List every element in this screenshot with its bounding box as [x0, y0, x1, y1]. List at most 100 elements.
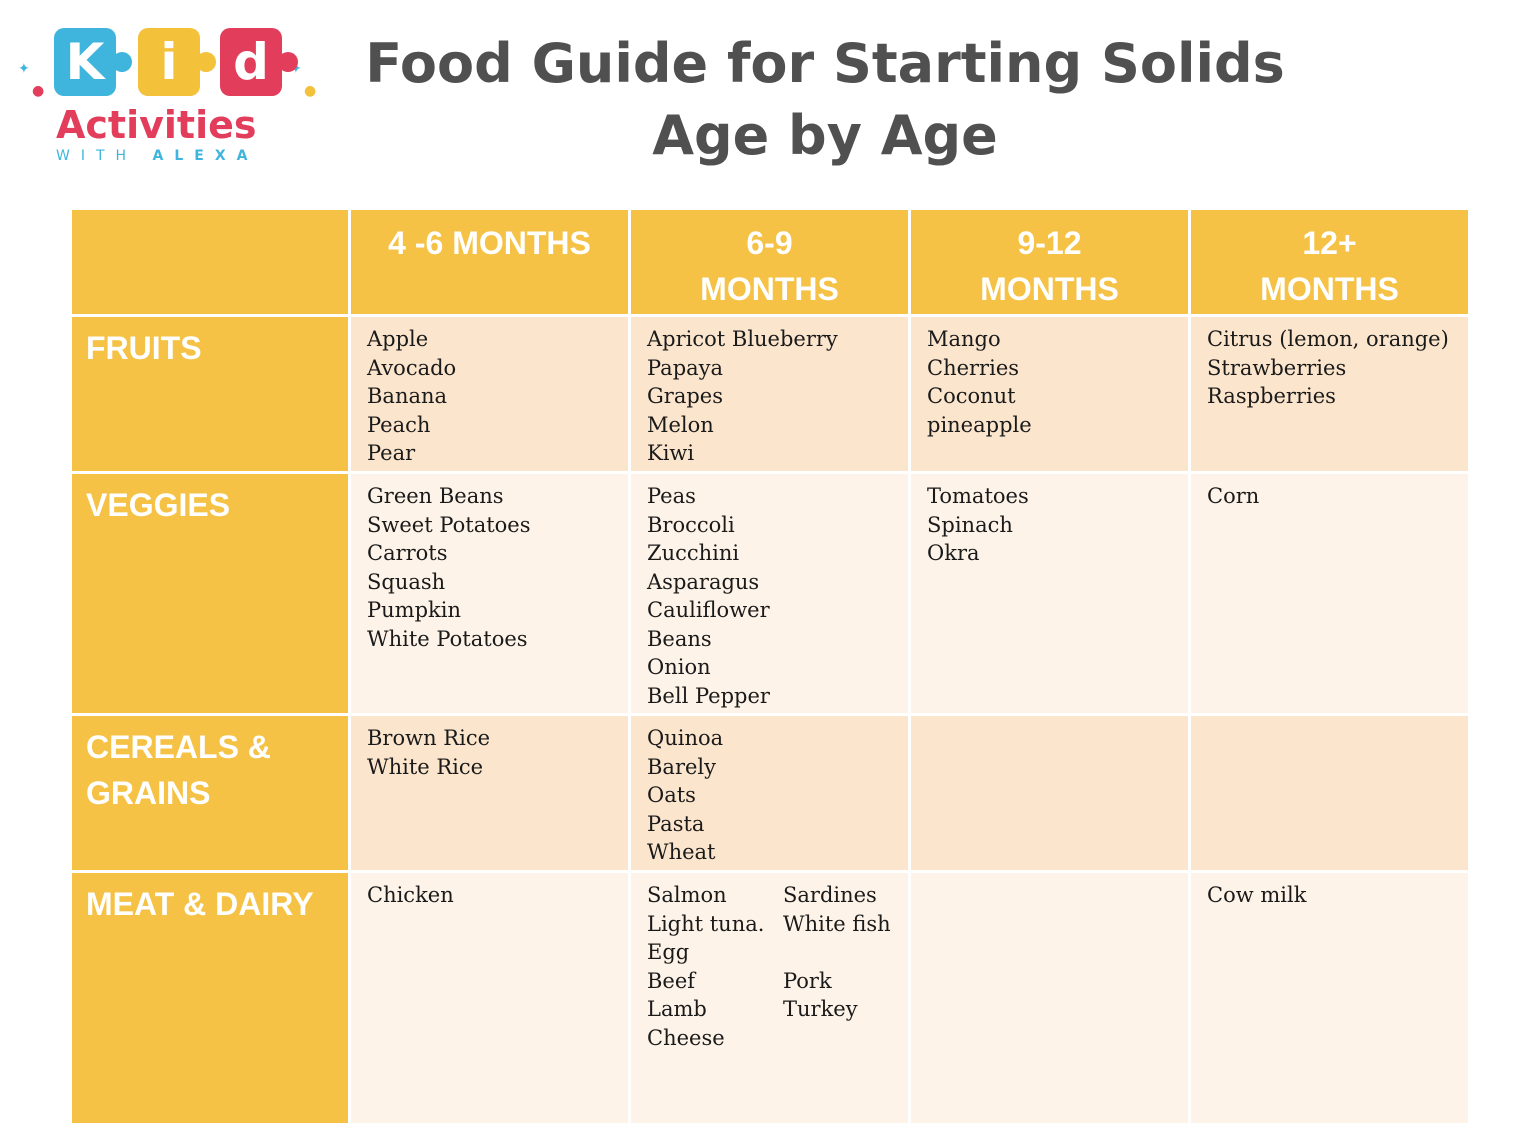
food-item: Broccoli [647, 512, 735, 537]
food-item: Pork [783, 968, 832, 993]
food-item: Cow milk [1207, 883, 1307, 907]
food-cell: Peas Broccoli Zucchini Asparagus Cauliflower… [631, 474, 908, 713]
column-header-1: 6-9 MONTHS [631, 210, 908, 314]
food-item: Mango [927, 327, 1001, 351]
food-item: Beef [647, 968, 696, 993]
food-item: Coconut [927, 384, 1016, 408]
food-item: Raspberries [1207, 384, 1336, 408]
food-cell [1191, 716, 1468, 870]
food-cell: Apricot Blueberry Papaya Grapes Melon Kiwi [631, 317, 908, 471]
logo-activities-text: Activities [56, 103, 257, 147]
food-item: Chicken [367, 883, 454, 907]
food-item: Brown Rice [367, 726, 491, 750]
logo-with-text: WITH [56, 148, 138, 164]
food-item: Squash [367, 569, 446, 594]
row-header-line: MEAT & DAIRY [86, 886, 314, 922]
logo-tile-d: d [220, 28, 282, 96]
food-item: Cheese [647, 1025, 725, 1050]
food-item: Green Beans [367, 484, 504, 508]
food-item: Turkey [783, 997, 858, 1021]
food-item: Salmon [647, 883, 727, 907]
food-item: Pear [367, 441, 416, 465]
row-header-1: VEGGIES [72, 474, 348, 713]
table-header-corner [72, 210, 348, 314]
food-item: Bell Pepper [647, 683, 770, 708]
food-column-b: Sardines White fish Pork Turkey [783, 881, 891, 1024]
food-item: Zucchini [647, 541, 740, 565]
food-cell: Citrus (lemon, orange) Strawberries Raspbe… [1191, 317, 1468, 471]
food-item: White Rice [367, 754, 484, 779]
food-item: Wheat [647, 840, 716, 864]
food-item: Egg [647, 940, 690, 964]
column-header-line: MONTHS [980, 271, 1119, 307]
food-item: Kiwi [647, 441, 695, 465]
food-item: Onion [647, 655, 711, 679]
row-header-3: MEAT & DAIRY [72, 873, 348, 1123]
food-item: Apricot Blueberry [647, 327, 838, 351]
food-item: Citrus (lemon, orange) [1207, 327, 1449, 351]
logo-tile-k: K [54, 28, 116, 96]
row-header-0: FRUITS [72, 317, 348, 471]
food-cell: Brown Rice White Rice [351, 716, 628, 870]
sparkle-icon: ✦ [18, 61, 30, 77]
food-item: Papaya [647, 355, 724, 380]
food-item: Light tuna. [647, 911, 765, 936]
food-item: Carrots [367, 541, 448, 565]
food-item: Peach [367, 412, 431, 437]
dot-icon: ● [32, 83, 45, 99]
logo-alexa-text: ALEXA [152, 148, 259, 164]
column-header-line: 6-9 [746, 225, 793, 261]
food-guide-table: 4 -6 MONTHS 6-9 MONTHS 9-12 MONTHS 12+ MONTHS F… [72, 210, 1468, 1123]
food-cell: Salmon Light tuna. Egg Beef Lamb Cheese Sardin… [631, 873, 908, 1123]
food-item: Asparagus [647, 569, 760, 594]
food-cell: Tomatoes Spinach Okra [911, 474, 1188, 713]
food-cell: Quinoa Barely Oats Pasta Wheat [631, 716, 908, 870]
food-item: Avocado [367, 355, 457, 380]
food-item: Pumpkin [367, 598, 461, 622]
food-cell: Corn [1191, 474, 1468, 713]
food-cell [911, 716, 1188, 870]
food-item: Spinach [927, 512, 1013, 537]
food-item: Cherries [927, 355, 1020, 380]
food-cell: Green Beans Sweet Potatoes Carrots Squash Pu… [351, 474, 628, 713]
food-item: Sweet Potatoes [367, 512, 531, 537]
food-item: Okra [927, 541, 980, 565]
title-line-1: Food Guide for Starting Solids [365, 32, 1285, 95]
title-line-2: Age by Age [652, 104, 998, 167]
page-title: Food Guide for Starting Solids Age by Ag… [360, 28, 1290, 172]
row-header-line: VEGGIES [86, 487, 231, 523]
row-header-line: CEREALS & [86, 729, 271, 765]
food-item: Strawberries [1207, 355, 1347, 380]
row-header-line: GRAINS [86, 775, 211, 811]
food-item: Lamb [647, 997, 707, 1021]
logo-tile-i: i [138, 28, 200, 96]
food-item [783, 938, 891, 967]
food-item: Corn [1207, 484, 1260, 508]
food-item: Tomatoes [927, 484, 1029, 508]
kid-activities-logo: ✦ ● ✦ ● K i d Activities WITH ALEXA [18, 22, 318, 172]
food-cell: Chicken [351, 873, 628, 1123]
dot-icon: ● [304, 83, 317, 99]
food-item: Beans [647, 626, 712, 651]
food-item: Oats [647, 783, 696, 807]
food-item: White fish [783, 911, 891, 936]
logo-letter-tiles: K i d [54, 28, 298, 102]
food-item: Banana [367, 384, 448, 408]
food-column-a: Salmon Light tuna. Egg Beef Lamb Cheese [647, 881, 764, 1052]
column-header-line: 12+ [1302, 225, 1357, 261]
column-header-2: 9-12 MONTHS [911, 210, 1188, 314]
column-header-3: 12+ MONTHS [1191, 210, 1468, 314]
food-item: Apple [367, 327, 429, 351]
row-header-line: FRUITS [86, 330, 202, 366]
food-item: pineapple [927, 412, 1032, 437]
column-header-0: 4 -6 MONTHS [351, 210, 628, 314]
food-cell: Cow milk [1191, 873, 1468, 1123]
column-header-line: MONTHS [700, 271, 839, 307]
food-item: Barely [647, 754, 716, 779]
food-item: Quinoa [647, 726, 724, 750]
food-item: Melon [647, 412, 714, 437]
food-cell: Apple Avocado Banana Peach Pear [351, 317, 628, 471]
food-cell: Mango Cherries Coconut pineapple [911, 317, 1188, 471]
food-item: Grapes [647, 384, 723, 408]
food-item: Peas [647, 484, 696, 508]
